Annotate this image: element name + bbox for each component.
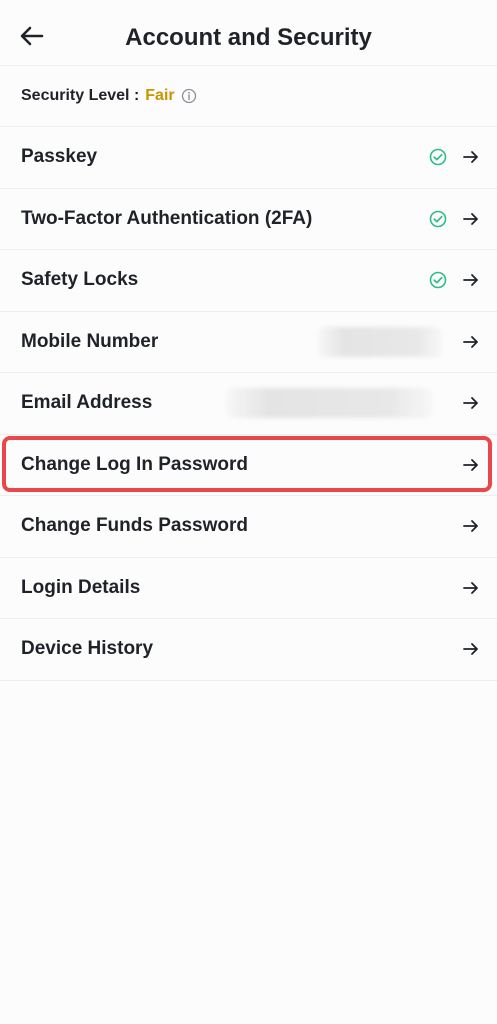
- security-level-label: Security Level :: [21, 87, 140, 104]
- check-circle-icon: [429, 148, 447, 166]
- row-mobile-number[interactable]: Mobile Number: [0, 312, 497, 373]
- row-label: Safety Locks: [21, 269, 139, 291]
- row-device-history[interactable]: Device History: [0, 619, 497, 681]
- mobile-number-value-redacted: [318, 326, 442, 357]
- top-bar: Account and Security: [0, 0, 497, 66]
- arrow-right-icon: [463, 273, 479, 287]
- arrow-right-icon: [463, 335, 479, 349]
- email-value-redacted: [226, 388, 432, 419]
- row-label: Device History: [21, 638, 154, 660]
- row-change-login-password[interactable]: Change Log In Password: [0, 435, 497, 496]
- row-label: Login Details: [21, 576, 141, 598]
- row-label: Change Log In Password: [21, 453, 248, 475]
- arrow-right-icon: [463, 150, 479, 164]
- row-label: Email Address: [21, 392, 153, 414]
- arrow-right-icon: [463, 458, 479, 472]
- row-login-details[interactable]: Login Details: [0, 558, 497, 619]
- row-two-factor-auth[interactable]: Two-Factor Authentication (2FA): [0, 189, 497, 250]
- row-safety-locks[interactable]: Safety Locks: [0, 250, 497, 312]
- arrow-right-icon: [463, 396, 479, 410]
- security-level-value: Fair: [145, 87, 175, 104]
- info-icon[interactable]: [181, 88, 197, 104]
- row-label: Mobile Number: [21, 330, 159, 352]
- arrow-right-icon: [463, 212, 479, 226]
- row-label: Change Funds Password: [21, 515, 248, 537]
- check-circle-icon: [429, 271, 447, 289]
- row-email-address[interactable]: Email Address: [0, 373, 497, 435]
- arrow-right-icon: [463, 642, 479, 656]
- row-label: Two-Factor Authentication (2FA): [21, 207, 313, 229]
- row-change-funds-password[interactable]: Change Funds Password: [0, 496, 497, 558]
- row-passkey[interactable]: Passkey: [0, 127, 497, 189]
- settings-list: Passkey Two-Factor Authentication (2FA) …: [0, 127, 497, 681]
- page-title: Account and Security: [125, 24, 372, 51]
- arrow-right-icon: [463, 519, 479, 533]
- security-level: Security Level : Fair: [0, 66, 497, 127]
- arrow-right-icon: [463, 581, 479, 595]
- row-label: Passkey: [21, 146, 98, 168]
- check-circle-icon: [429, 210, 447, 228]
